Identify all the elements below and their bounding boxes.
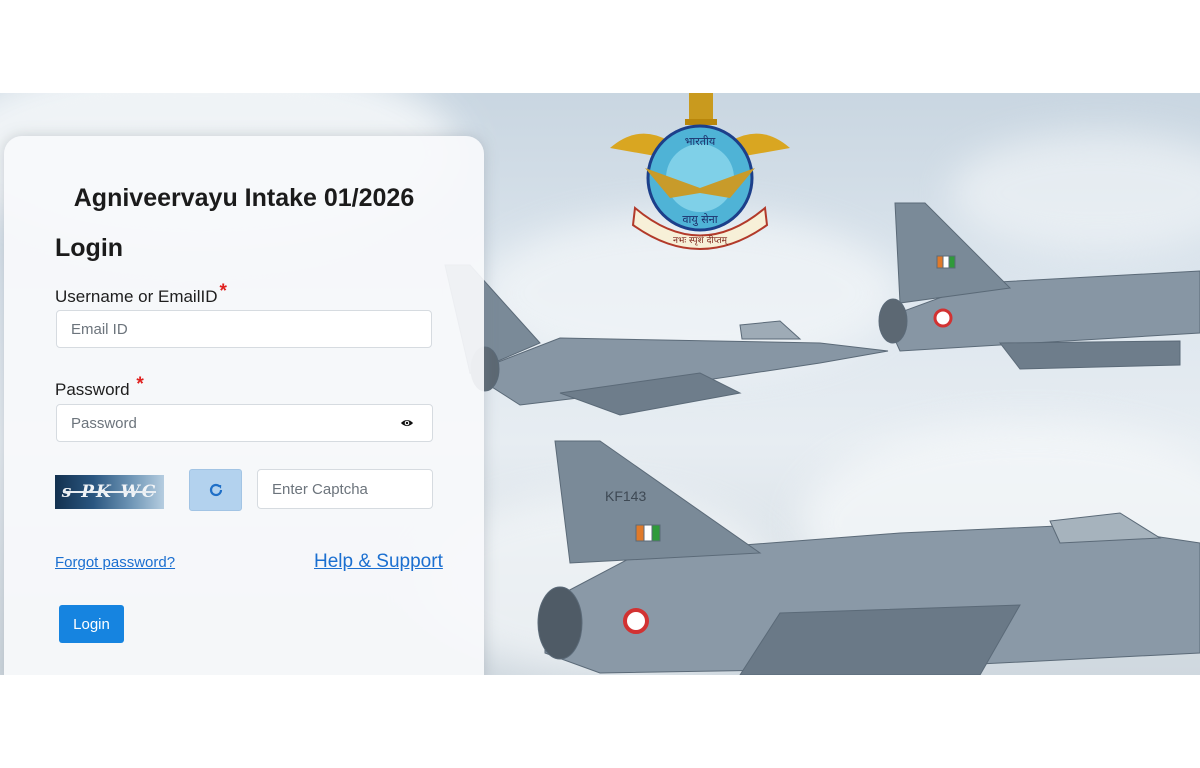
eye-icon[interactable]: [400, 416, 414, 430]
captcha-placeholder: Enter Captcha: [272, 480, 368, 498]
tail-marking: KF143: [605, 488, 646, 504]
jet-right: [878, 202, 1200, 370]
password-label-text: Password: [55, 380, 130, 399]
emblem-text-middle: वायु सेना: [682, 213, 717, 226]
jet-front: KF143: [537, 440, 1200, 675]
login-heading: Login: [55, 234, 124, 262]
username-input[interactable]: Email ID: [56, 310, 432, 348]
username-label: Username or EmailID *: [55, 281, 227, 308]
iaf-emblem-logo: भारतीय वायु सेना नभः स्पृशं दीप्तम्: [610, 93, 790, 250]
login-button[interactable]: Login: [59, 605, 124, 643]
username-placeholder: Email ID: [71, 320, 128, 338]
password-label: Password *: [55, 374, 144, 401]
emblem-text-top: भारतीय: [685, 135, 716, 148]
hero-background: KF143 भारतीय वायु सेना नभः स्पृशं दीप्तम…: [0, 93, 1200, 675]
captcha-strike: [63, 491, 156, 493]
captcha-image: s PK WC: [55, 475, 164, 509]
page-title: Agniveervayu Intake 01/2026: [73, 184, 415, 212]
emblem-motto: नभः स्पृशं दीप्तम्: [673, 234, 729, 246]
captcha-input[interactable]: Enter Captcha: [257, 469, 433, 509]
required-asterisk: *: [136, 374, 144, 395]
password-placeholder: Password: [71, 414, 137, 432]
username-label-text: Username or EmailID: [55, 287, 218, 306]
required-asterisk: *: [219, 281, 227, 302]
refresh-icon: [209, 483, 222, 497]
password-input[interactable]: Password: [56, 404, 433, 442]
forgot-password-link[interactable]: Forgot password?: [55, 554, 175, 571]
captcha-refresh-button[interactable]: [189, 469, 242, 511]
help-support-link[interactable]: Help & Support: [314, 551, 443, 573]
jet-left: [444, 264, 889, 416]
